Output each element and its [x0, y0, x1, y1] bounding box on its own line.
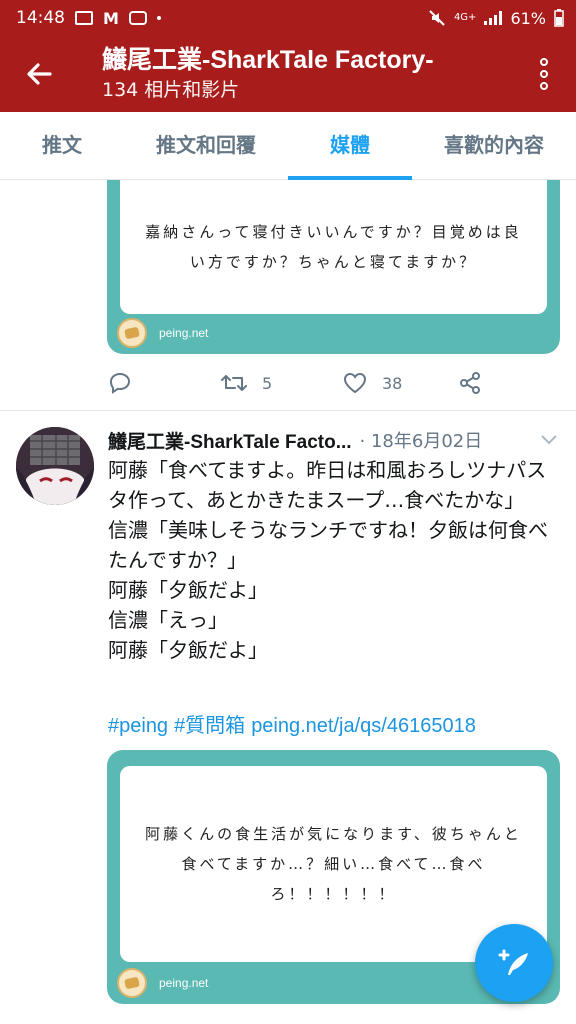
retweet-button[interactable]: 5 [220, 372, 342, 394]
peing-question-text: 嘉納さんって寝付きいいんですか？目覚めは良い方ですか？ちゃんと寝てますか？ [145, 223, 522, 271]
peing-domain: peing.net [159, 326, 209, 340]
avatar-illustration [16, 427, 94, 505]
tweet-header: 鱶尾工業-SharkTale Facto... · 18年6月02日 [108, 426, 560, 454]
compose-tweet-button[interactable] [475, 924, 553, 1002]
more-notifications-icon [156, 16, 161, 20]
peing-card-footer: peing.net [117, 968, 208, 998]
back-button[interactable] [18, 54, 62, 94]
tweet-line: 阿藤「夕飯だよ」 [108, 638, 268, 662]
peing-domain: peing.net [159, 976, 209, 990]
retweet-icon [221, 375, 247, 391]
tab-likes[interactable]: 喜歡的內容 [412, 112, 576, 179]
message-notification-icon [128, 11, 147, 25]
mute-icon [429, 10, 445, 26]
reply-icon [109, 372, 131, 394]
back-arrow-icon [27, 63, 52, 85]
more-options-button[interactable] [534, 56, 554, 92]
chevron-down-icon[interactable] [540, 434, 558, 446]
more-dot [540, 82, 548, 90]
gmail-notification-icon: M [103, 8, 119, 28]
status-bar: 14:48 M 4G+ 61% [0, 0, 576, 36]
share-icon [460, 372, 480, 394]
profile-title: 鱶尾工業-SharkTale Factory- [102, 46, 434, 74]
profile-app-bar: 鱶尾工業-SharkTale Factory- 134 相片和影片 [0, 36, 576, 112]
peing-question-text: 阿藤くんの食生活が気になります、彼ちゃんと食べてますか…？細い…食べて…食べろ！… [145, 825, 522, 903]
network-type: 4G+ [453, 12, 477, 23]
compose-tweet-icon [498, 949, 528, 975]
peing-logo-icon [117, 968, 147, 998]
media-count: 134 相片和影片 [102, 79, 240, 101]
profile-tabs: 推文 推文和回覆 媒體 喜歡的內容 [0, 112, 576, 180]
tweet-links: #peing #質問箱 peing.net/ja/qs/46165018 [108, 711, 482, 741]
peing-card-footer: peing.net [117, 318, 208, 348]
tweet-actions: 5 38 [108, 366, 508, 400]
peing-logo-icon [117, 318, 147, 348]
tab-tweets[interactable]: 推文 [0, 112, 124, 179]
tweet-divider [0, 410, 576, 411]
peing-question-box: 阿藤くんの食生活が気になります、彼ちゃんと食べてますか…？細い…食べて…食べろ！… [120, 766, 547, 962]
like-button[interactable]: 38 [342, 371, 458, 395]
tab-media[interactable]: 媒體 [288, 112, 412, 180]
peing-question-box: 嘉納さんって寝付きいいんですか？目覚めは良い方ですか？ちゃんと寝てますか？ [120, 180, 547, 314]
tweet-body: 阿藤「食べてますよ。昨日は和風おろしツナパスタ作って、あとかきたまスープ…食べた… [108, 455, 563, 665]
share-button[interactable] [458, 371, 482, 395]
battery-level: 61% [510, 8, 546, 28]
more-vertical-icon [540, 58, 548, 66]
retweet-count: 5 [262, 373, 273, 393]
tweet-author-name[interactable]: 鱶尾工業-SharkTale Facto... [108, 427, 352, 454]
battery-icon [554, 9, 564, 27]
hashtag-peing[interactable]: #peing [108, 715, 168, 737]
author-avatar[interactable] [16, 427, 94, 505]
like-count: 38 [382, 373, 403, 393]
tweet-date: · 18年6月02日 [359, 431, 483, 452]
gallery-notification-icon [75, 11, 93, 25]
more-dot [540, 70, 548, 78]
tweet-line: 阿藤「食べてますよ。昨日は和風おろしツナパスタ作って、あとかきたまスープ…食べた… [108, 458, 547, 512]
status-time: 14:48 [16, 8, 65, 28]
tweet-url-link[interactable]: peing.net/ja/qs/46165018 [251, 715, 476, 737]
tweet-line: 阿藤「夕飯だよ」 [108, 578, 268, 602]
tweet-line: 信濃「えっ」 [108, 608, 228, 632]
tweet-line: 信濃「美味しそうなランチですね！夕飯は何食べたんですか？」 [108, 518, 548, 572]
signal-icon [484, 11, 503, 25]
like-heart-icon [343, 372, 367, 394]
peing-card-image[interactable]: 嘉納さんって寝付きいいんですか？目覚めは良い方ですか？ちゃんと寝てますか？ pe… [107, 180, 560, 354]
reply-button[interactable] [108, 371, 220, 395]
tab-tweets-and-replies[interactable]: 推文和回覆 [124, 112, 288, 179]
hashtag-question-box[interactable]: #質問箱 [174, 715, 245, 737]
